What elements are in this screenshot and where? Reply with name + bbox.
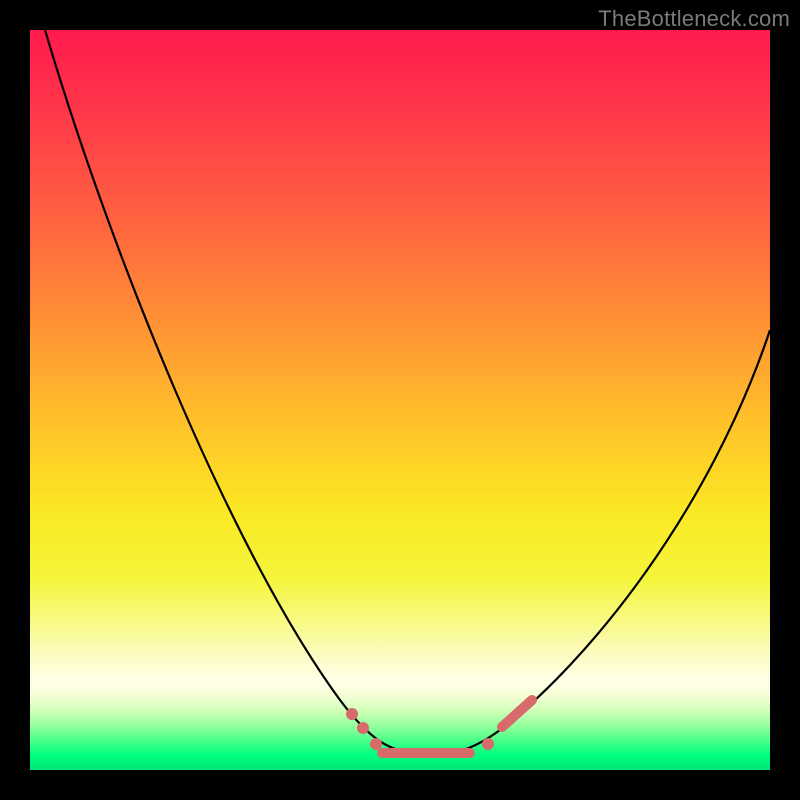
chart-frame: TheBottleneck.com — [0, 0, 800, 800]
watermark-text: TheBottleneck.com — [598, 6, 790, 32]
plot-area — [30, 30, 770, 770]
highlight-right-rise — [502, 700, 532, 727]
marker-dot — [482, 738, 494, 750]
curve-svg — [30, 30, 770, 770]
bottleneck-curve — [45, 30, 770, 754]
marker-dot — [370, 738, 382, 750]
marker-dot — [357, 722, 369, 734]
marker-dot — [346, 708, 358, 720]
